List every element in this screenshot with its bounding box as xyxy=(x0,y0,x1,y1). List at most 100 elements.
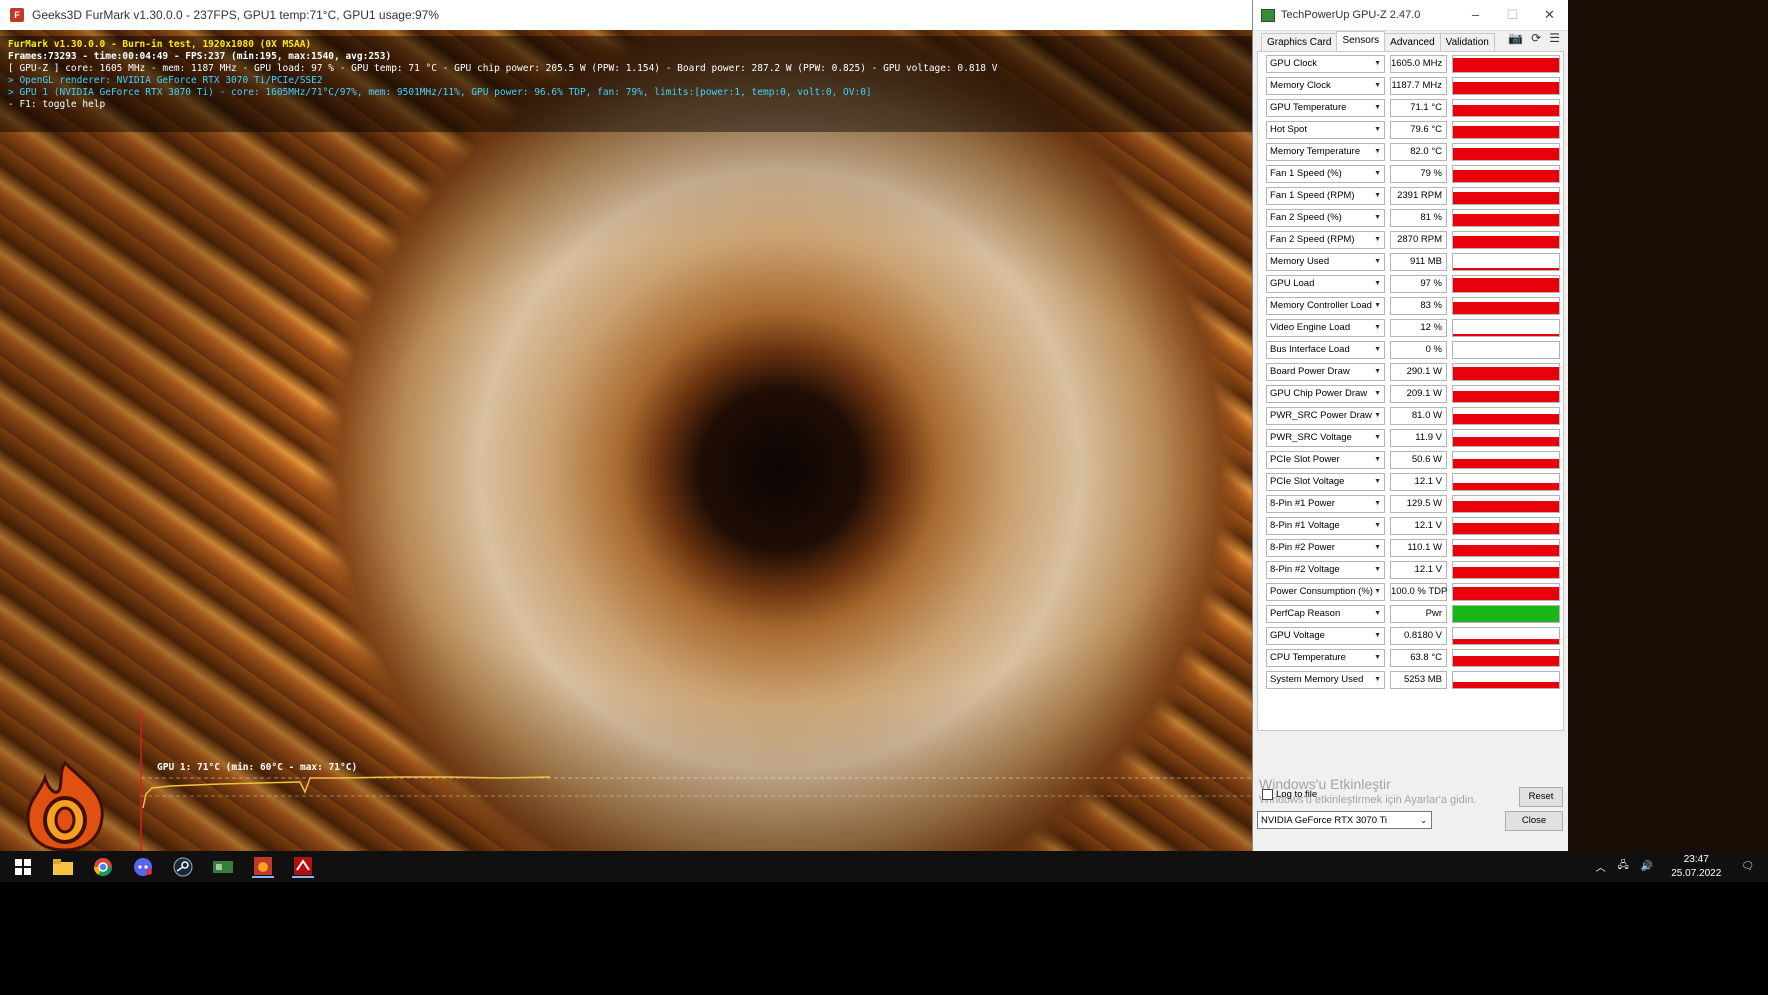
sensor-name-dropdown[interactable]: 8-Pin #2 Power ▼ xyxy=(1266,539,1385,557)
dropdown-arrow-icon: ▼ xyxy=(1374,500,1381,507)
dropdown-arrow-icon: ▼ xyxy=(1374,522,1381,529)
sensor-name: 8-Pin #1 Power xyxy=(1270,498,1335,509)
refresh-icon[interactable]: ⟳ xyxy=(1531,31,1541,45)
dropdown-arrow-icon: ▼ xyxy=(1374,544,1381,551)
network-icon[interactable]: 🖧 xyxy=(1618,858,1629,875)
dropdown-arrow-icon: ▼ xyxy=(1374,104,1381,111)
sensor-name-dropdown[interactable]: Memory Clock ▼ xyxy=(1266,77,1385,95)
sensor-row: Fan 1 Speed (RPM) ▼ 2391 RPM xyxy=(1262,187,1562,205)
sensor-graph xyxy=(1452,319,1560,337)
gpu-select-dropdown[interactable]: NVIDIA GeForce RTX 3070 Ti ⌄ xyxy=(1257,811,1432,829)
sensor-graph-fill xyxy=(1453,236,1559,248)
chrome-icon[interactable] xyxy=(92,856,114,878)
sensor-name-dropdown[interactable]: 8-Pin #2 Voltage ▼ xyxy=(1266,561,1385,579)
sensor-value: 2391 RPM xyxy=(1390,187,1447,205)
furmark-app-icon: F xyxy=(10,8,24,22)
sensor-graph xyxy=(1452,143,1560,161)
dropdown-arrow-icon: ▼ xyxy=(1374,412,1381,419)
sensor-name-dropdown[interactable]: Fan 1 Speed (%) ▼ xyxy=(1266,165,1385,183)
gpuz-title: TechPowerUp GPU-Z 2.47.0 xyxy=(1281,9,1421,21)
sensor-row: 8-Pin #2 Power ▼ 110.1 W xyxy=(1262,539,1562,557)
volume-icon[interactable]: 🔊 xyxy=(1641,861,1653,872)
camera-icon[interactable]: 📷 xyxy=(1508,31,1523,45)
osd-line-4: > OpenGL renderer: NVIDIA GeForce RTX 30… xyxy=(8,75,323,86)
minimize-button[interactable]: – xyxy=(1457,0,1494,30)
menu-icon[interactable]: ☰ xyxy=(1549,31,1560,45)
sensor-name-dropdown[interactable]: GPU Chip Power Draw ▼ xyxy=(1266,385,1385,403)
sensor-name-dropdown[interactable]: PCIe Slot Voltage ▼ xyxy=(1266,473,1385,491)
discord-icon[interactable] xyxy=(132,856,154,878)
osd-line-1: FurMark v1.30.0.0 - Burn-in test, 1920x1… xyxy=(8,39,312,50)
dropdown-arrow-icon: ▼ xyxy=(1374,324,1381,331)
system-tray: ︿ 🖧 🔊 23:47 25.07.2022 🗨 xyxy=(1590,851,1768,882)
sensor-name-dropdown[interactable]: Memory Used ▼ xyxy=(1266,253,1385,271)
gpuz-app-icon xyxy=(1261,8,1275,22)
sensor-name: GPU Temperature xyxy=(1270,102,1347,113)
sensor-name-dropdown[interactable]: GPU Load ▼ xyxy=(1266,275,1385,293)
furmark-titlebar[interactable]: F Geeks3D FurMark v1.30.0.0 - 237FPS, GP… xyxy=(0,0,1252,30)
sensor-graph-fill xyxy=(1453,268,1559,270)
sensor-graph xyxy=(1452,495,1560,513)
sensor-name-dropdown[interactable]: Fan 2 Speed (RPM) ▼ xyxy=(1266,231,1385,249)
gpuz-taskbar-icon[interactable] xyxy=(212,856,234,878)
tab-graphics-card[interactable]: Graphics Card xyxy=(1261,33,1338,52)
sensor-name-dropdown[interactable]: Video Engine Load ▼ xyxy=(1266,319,1385,337)
taskbar-clock[interactable]: 23:47 25.07.2022 xyxy=(1671,853,1721,881)
sensor-name-dropdown[interactable]: GPU Clock ▼ xyxy=(1266,55,1385,73)
sensor-name-dropdown[interactable]: GPU Temperature ▼ xyxy=(1266,99,1385,117)
sensor-name-dropdown[interactable]: Fan 2 Speed (%) ▼ xyxy=(1266,209,1385,227)
notification-icon[interactable]: 🗨 xyxy=(1741,861,1754,872)
sensor-graph xyxy=(1452,649,1560,667)
sensor-value: 290.1 W xyxy=(1390,363,1447,381)
sensor-value: 12 % xyxy=(1390,319,1447,337)
sensor-row: Memory Temperature ▼ 82.0 °C xyxy=(1262,143,1562,161)
sensor-name-dropdown[interactable]: PCIe Slot Power ▼ xyxy=(1266,451,1385,469)
sensor-name-dropdown[interactable]: 8-Pin #1 Power ▼ xyxy=(1266,495,1385,513)
start-icon[interactable] xyxy=(12,856,34,878)
tab-advanced[interactable]: Advanced xyxy=(1384,33,1441,52)
log-to-file-checkbox[interactable] xyxy=(1262,789,1273,800)
sensor-name-dropdown[interactable]: PWR_SRC Power Draw ▼ xyxy=(1266,407,1385,425)
sensor-name-dropdown[interactable]: Bus Interface Load ▼ xyxy=(1266,341,1385,359)
sensor-name-dropdown[interactable]: Fan 1 Speed (RPM) ▼ xyxy=(1266,187,1385,205)
close-window-button[interactable]: ✕ xyxy=(1531,0,1568,30)
sensor-row: GPU Voltage ▼ 0.8180 V xyxy=(1262,627,1562,645)
sensor-name: Fan 2 Speed (RPM) xyxy=(1270,234,1355,245)
sensor-value: 1187.7 MHz xyxy=(1390,77,1447,95)
maximize-button[interactable]: ☐ xyxy=(1494,0,1531,30)
sensor-name-dropdown[interactable]: System Memory Used ▼ xyxy=(1266,671,1385,689)
sensor-value: 911 MB xyxy=(1390,253,1447,271)
sensor-value: 1605.0 MHz xyxy=(1390,55,1447,73)
sensor-name-dropdown[interactable]: CPU Temperature ▼ xyxy=(1266,649,1385,667)
sensor-graph-fill xyxy=(1453,606,1559,622)
sensor-name-dropdown[interactable]: 8-Pin #1 Voltage ▼ xyxy=(1266,517,1385,535)
sensor-row: GPU Clock ▼ 1605.0 MHz xyxy=(1262,55,1562,73)
tab-sensors[interactable]: Sensors xyxy=(1336,31,1386,52)
furmark-title: Geeks3D FurMark v1.30.0.0 - 237FPS, GPU1… xyxy=(32,8,439,22)
tab-validation[interactable]: Validation xyxy=(1439,33,1495,52)
furmark-taskbar-icon[interactable] xyxy=(252,856,274,878)
gpuz-titlebar[interactable]: TechPowerUp GPU-Z 2.47.0 – ☐ ✕ xyxy=(1253,0,1568,31)
reset-button[interactable]: Reset xyxy=(1519,787,1563,807)
sensor-row: Memory Controller Load ▼ 83 % xyxy=(1262,297,1562,315)
sensor-graph-fill xyxy=(1453,192,1559,204)
close-button[interactable]: Close xyxy=(1505,811,1563,831)
sensor-row: Board Power Draw ▼ 290.1 W xyxy=(1262,363,1562,381)
sensor-name-dropdown[interactable]: PWR_SRC Voltage ▼ xyxy=(1266,429,1385,447)
sensor-name-dropdown[interactable]: Power Consumption (%) ▼ xyxy=(1266,583,1385,601)
log-to-file-row[interactable]: Log to file xyxy=(1262,789,1317,800)
sensor-name: Memory Used xyxy=(1270,256,1330,267)
sensor-name-dropdown[interactable]: Board Power Draw ▼ xyxy=(1266,363,1385,381)
steam-icon[interactable] xyxy=(172,856,194,878)
sensor-name: Power Consumption (%) xyxy=(1270,586,1373,597)
sensor-name-dropdown[interactable]: Memory Controller Load ▼ xyxy=(1266,297,1385,315)
sensor-name-dropdown[interactable]: GPU Voltage ▼ xyxy=(1266,627,1385,645)
sensor-name-dropdown[interactable]: PerfCap Reason ▼ xyxy=(1266,605,1385,623)
chevron-up-icon[interactable]: ︿ xyxy=(1596,859,1606,874)
sensor-graph xyxy=(1452,231,1560,249)
msi-afterburner-icon[interactable] xyxy=(292,856,314,878)
file-explorer-icon[interactable] xyxy=(52,856,74,878)
sensor-value: Pwr xyxy=(1390,605,1447,623)
sensor-name-dropdown[interactable]: Memory Temperature ▼ xyxy=(1266,143,1385,161)
sensor-name-dropdown[interactable]: Hot Spot ▼ xyxy=(1266,121,1385,139)
